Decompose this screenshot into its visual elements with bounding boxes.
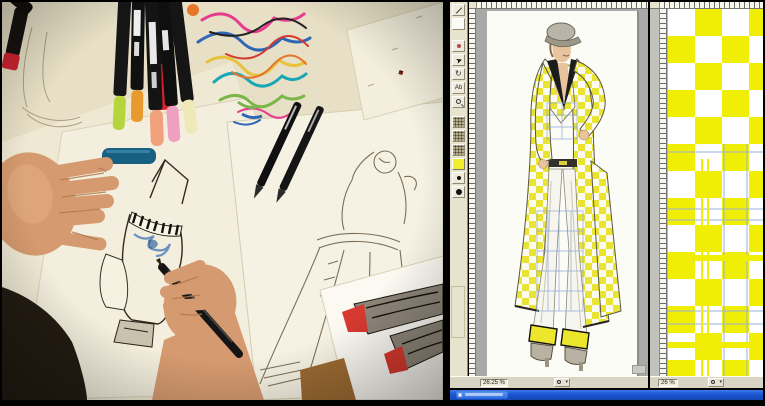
composite-image: ➤ ↻ Ab xyxy=(0,0,765,406)
line-icon xyxy=(456,7,462,13)
pattern-grid-large[interactable] xyxy=(452,144,465,156)
main-status-bar: 26.25 % ▾ xyxy=(450,376,648,388)
red-dot-icon xyxy=(457,44,461,48)
horizontal-ruler xyxy=(477,2,648,9)
illustration-document xyxy=(469,2,648,376)
dropdown-arrow-icon: ▾ xyxy=(565,379,568,386)
pasteboard-strip xyxy=(650,9,660,376)
plaid-repeat xyxy=(668,9,763,376)
small-dot-tool[interactable] xyxy=(452,172,465,184)
pattern-grid-medium[interactable] xyxy=(452,130,465,142)
zoom-level-field[interactable]: 26 % xyxy=(658,379,678,387)
magnifier-icon xyxy=(557,380,561,384)
magnifier-icon xyxy=(711,380,715,384)
magnifier-icon xyxy=(456,99,461,104)
vertical-ruler xyxy=(469,9,476,376)
line-tool[interactable] xyxy=(452,4,465,16)
active-color-swatch[interactable] xyxy=(452,158,465,170)
ruler-corner xyxy=(469,2,477,9)
fashion-figure xyxy=(487,11,637,376)
large-dot-tool[interactable] xyxy=(452,186,465,198)
blank-swatch[interactable] xyxy=(452,18,465,30)
dropdown-arrow-icon: ▾ xyxy=(719,379,722,386)
large-dot-icon xyxy=(456,189,462,195)
cursor-arrow-icon: ➤ xyxy=(454,55,464,66)
color-dot-tool[interactable] xyxy=(452,40,465,52)
vertical-ruler xyxy=(660,9,667,376)
text-tool-icon: Ab xyxy=(455,85,462,91)
tool-palette: ➤ ↻ Ab xyxy=(450,2,468,388)
cad-application: ➤ ↻ Ab xyxy=(450,2,763,400)
vignette xyxy=(2,2,443,400)
pattern-document xyxy=(650,2,763,376)
rotate-icon: ↻ xyxy=(455,69,462,79)
taskbar-button-text-blur xyxy=(465,393,503,396)
zoom-tool[interactable] xyxy=(452,96,465,108)
pattern-canvas[interactable] xyxy=(668,9,763,376)
zoom-menu-button[interactable]: ▾ xyxy=(554,378,570,387)
document-icon xyxy=(458,393,462,397)
taskbar xyxy=(450,390,763,400)
magnifier-handle xyxy=(461,104,464,107)
selection-arrow-tool[interactable]: ➤ xyxy=(452,54,465,66)
photo-left-panel xyxy=(2,2,443,400)
canvas-scroll-handle[interactable] xyxy=(632,365,646,374)
small-dot-icon xyxy=(457,176,461,180)
ruler-corner xyxy=(650,2,660,9)
zoom-menu-button[interactable]: ▾ xyxy=(708,378,724,387)
horizontal-ruler xyxy=(660,2,763,9)
pattern-status-bar: 26 % ▾ xyxy=(650,376,763,388)
illustration-canvas[interactable] xyxy=(487,11,637,376)
text-tool[interactable]: Ab xyxy=(452,82,465,94)
pattern-grid-small[interactable] xyxy=(452,116,465,128)
zoom-level-field[interactable]: 26.25 % xyxy=(480,379,508,387)
taskbar-document-button[interactable] xyxy=(456,391,508,399)
empty-tool-slot xyxy=(451,286,465,338)
rotate-tool[interactable]: ↻ xyxy=(452,68,465,80)
